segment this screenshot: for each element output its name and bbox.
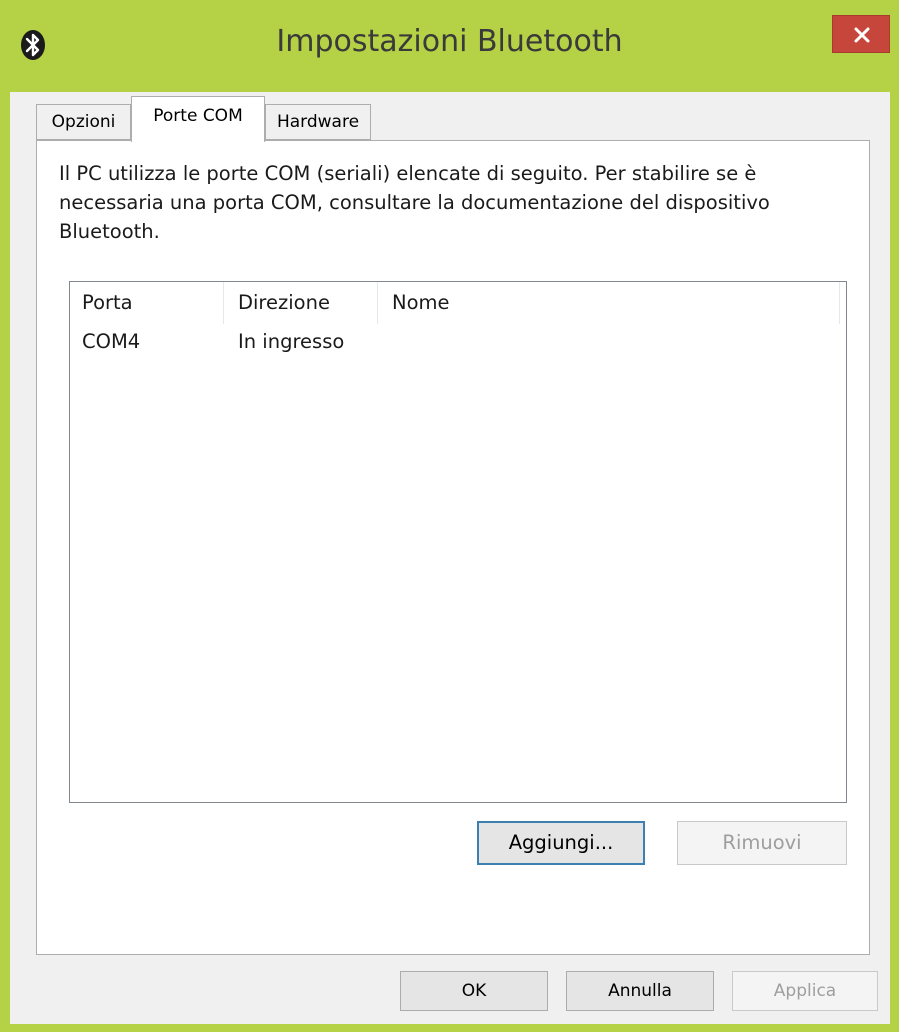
tab-opzioni[interactable]: Opzioni (36, 104, 131, 140)
tab-hardware[interactable]: Hardware (265, 104, 371, 140)
com-ports-description: Il PC utilizza le porte COM (seriali) el… (59, 162, 770, 243)
close-button[interactable] (832, 15, 890, 53)
cancel-button[interactable]: Annulla (566, 971, 714, 1011)
porte-com-panel: Il PC utilizza le porte COM (seriali) el… (36, 140, 870, 955)
com-ports-list[interactable]: Porta Direzione Nome COM4 In ingresso (69, 281, 847, 803)
dialog-body: Opzioni Porte COM Hardware Il PC utilizz… (10, 92, 890, 1024)
column-header-direzione[interactable]: Direzione (224, 282, 378, 324)
add-button[interactable]: Aggiungi... (477, 821, 645, 865)
remove-button[interactable]: Rimuovi (677, 821, 847, 865)
bluetooth-settings-window: Impostazioni Bluetooth Opzioni Porte COM… (0, 0, 899, 1032)
tab-porte-com[interactable]: Porte COM (131, 96, 265, 142)
ok-button[interactable]: OK (400, 971, 548, 1011)
cell-porta: COM4 (82, 330, 141, 353)
window-title: Impostazioni Bluetooth (276, 24, 623, 59)
column-header-porta[interactable]: Porta (70, 282, 224, 324)
cell-direzione: In ingresso (238, 330, 345, 353)
close-icon (854, 27, 870, 43)
column-header-nome[interactable]: Nome (378, 282, 840, 324)
title-bar: Impostazioni Bluetooth (0, 0, 899, 92)
apply-button[interactable]: Applica (732, 971, 878, 1011)
